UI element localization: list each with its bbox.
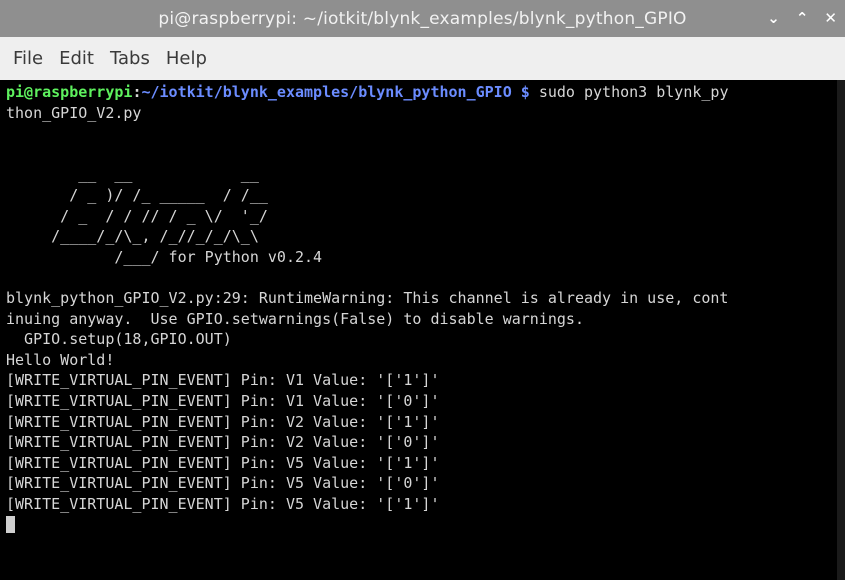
terminal-scrollbar[interactable] (837, 80, 845, 580)
logo-version-line: /___/ for Python v0.2.4 (6, 247, 323, 266)
warning-line: GPIO.setup(18,GPIO.OUT) (6, 330, 232, 349)
menu-file[interactable]: File (13, 48, 43, 69)
menu-edit[interactable]: Edit (59, 48, 94, 69)
title-bar[interactable]: pi@raspberrypi: ~/iotkit/blynk_examples/… (0, 0, 845, 37)
warning-line: blynk_python_GPIO_V2.py:29: RuntimeWarni… (6, 288, 729, 307)
terminal-output[interactable]: pi@raspberrypi:~/iotkit/blynk_examples/b… (0, 80, 837, 580)
window-controls: ⌄ ⌃ ✕ (767, 0, 837, 37)
command-wrap-line: thon_GPIO_V2.py (6, 103, 142, 122)
hello-line: Hello World! (6, 350, 115, 369)
menu-help[interactable]: Help (166, 48, 207, 69)
window-title: pi@raspberrypi: ~/iotkit/blynk_examples/… (158, 8, 687, 29)
logo-line: / _ / / // / _ \/ '_/ (6, 206, 268, 225)
minimize-icon[interactable]: ⌄ (767, 11, 780, 26)
logo-line: / _ )/ /_ _____ / /__ (6, 185, 268, 204)
warning-line: inuing anyway. Use GPIO.setwarnings(Fals… (6, 309, 584, 328)
command-text: sudo python3 blynk_py (529, 83, 729, 101)
prompt-user: pi@raspberrypi (6, 83, 133, 101)
event-line: [WRITE_VIRTUAL_PIN_EVENT] Pin: V1 Value:… (6, 391, 440, 410)
close-icon[interactable]: ✕ (824, 11, 837, 26)
event-line: [WRITE_VIRTUAL_PIN_EVENT] Pin: V5 Value:… (6, 474, 440, 493)
event-line: [WRITE_VIRTUAL_PIN_EVENT] Pin: V2 Value:… (6, 433, 440, 452)
event-line: [WRITE_VIRTUAL_PIN_EVENT] Pin: V2 Value:… (6, 412, 440, 431)
menu-tabs[interactable]: Tabs (110, 48, 150, 69)
maximize-icon[interactable]: ⌃ (796, 11, 809, 26)
event-line: [WRITE_VIRTUAL_PIN_EVENT] Pin: V1 Value:… (6, 371, 440, 390)
prompt-dollar: $ (511, 83, 530, 101)
logo-line: __ __ __ (6, 165, 259, 184)
text-cursor (6, 516, 15, 534)
event-line: [WRITE_VIRTUAL_PIN_EVENT] Pin: V5 Value:… (6, 494, 440, 513)
terminal-window: pi@raspberrypi: ~/iotkit/blynk_examples/… (0, 0, 845, 580)
logo-line: /____/_/\_, /_//_/_/\_\ (6, 227, 259, 246)
prompt-line: pi@raspberrypi:~/iotkit/blynk_examples/b… (6, 82, 837, 103)
prompt-path: ~/iotkit/blynk_examples/blynk_python_GPI… (141, 83, 512, 101)
event-line: [WRITE_VIRTUAL_PIN_EVENT] Pin: V5 Value:… (6, 453, 440, 472)
cursor-line (6, 514, 837, 535)
menu-bar: File Edit Tabs Help (0, 37, 845, 80)
